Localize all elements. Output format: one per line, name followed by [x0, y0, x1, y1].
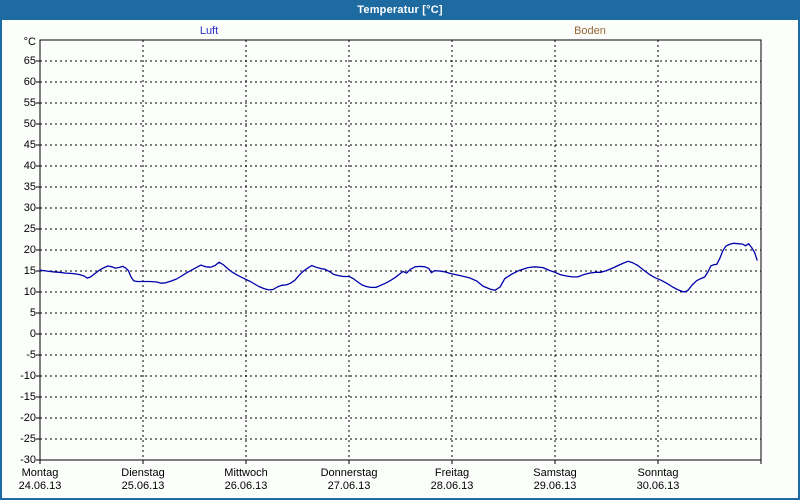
x-tick-label: Freitag 28.06.13	[401, 467, 503, 493]
day-date: 27.06.13	[327, 480, 371, 492]
y-tick-label: 60	[23, 76, 36, 88]
plot-canvas	[36, 39, 762, 464]
y-tick-label: 40	[23, 160, 36, 172]
day-name: Mittwoch	[224, 467, 268, 479]
y-axis-unit-label: °C	[23, 36, 36, 48]
y-tick-label: -15	[20, 391, 36, 403]
y-tick-label: 50	[23, 118, 36, 130]
day-date: 29.06.13	[533, 480, 577, 492]
y-tick-label: -10	[20, 370, 36, 382]
day-name: Montag	[21, 467, 59, 479]
y-tick-label: 30	[23, 202, 36, 214]
y-tick-label: 25	[23, 223, 36, 235]
day-name: Dienstag	[121, 467, 165, 479]
x-tick-label: Samstag 29.06.13	[504, 467, 606, 493]
day-date: 25.06.13	[121, 480, 165, 492]
x-tick-label: Donnerstag 27.06.13	[298, 467, 400, 493]
y-tick-label: 20	[23, 244, 36, 256]
day-date: 30.06.13	[636, 480, 680, 492]
day-date: 28.06.13	[430, 480, 474, 492]
y-tick-label: -30	[20, 454, 36, 466]
legend-item-luft[interactable]: Luft	[200, 25, 218, 37]
window-titlebar: Temperatur [°C]	[0, 0, 800, 20]
legend-item-boden[interactable]: Boden	[574, 25, 606, 37]
y-tick-label: 5	[29, 307, 36, 319]
y-tick-label: -25	[20, 433, 36, 445]
x-tick-label: Montag 24.06.13	[0, 467, 91, 493]
x-tick-label: Dienstag 25.06.13	[92, 467, 194, 493]
y-tick-label: 35	[23, 181, 36, 193]
y-tick-label: 0	[29, 328, 36, 340]
y-tick-label: 15	[23, 265, 36, 277]
y-tick-label: 45	[23, 139, 36, 151]
x-tick-label: Sonntag 30.06.13	[607, 467, 709, 493]
y-tick-label: 10	[23, 286, 36, 298]
temperature-chart-window: Temperatur [°C] Luft Boden °C 65 60 55 50 45…	[0, 0, 800, 500]
y-tick-label: -20	[20, 412, 36, 424]
x-tick-label: Mittwoch 26.06.13	[195, 467, 297, 493]
day-name: Freitag	[434, 467, 470, 479]
window-title: Temperatur [°C]	[357, 4, 443, 16]
day-name: Sonntag	[637, 467, 679, 479]
day-date: 24.06.13	[18, 480, 62, 492]
y-tick-label: -5	[26, 349, 36, 361]
day-name: Donnerstag	[320, 467, 378, 479]
day-date: 26.06.13	[224, 480, 268, 492]
day-name: Samstag	[533, 467, 577, 479]
y-tick-label: 55	[23, 97, 36, 109]
y-tick-label: 65	[23, 55, 36, 67]
